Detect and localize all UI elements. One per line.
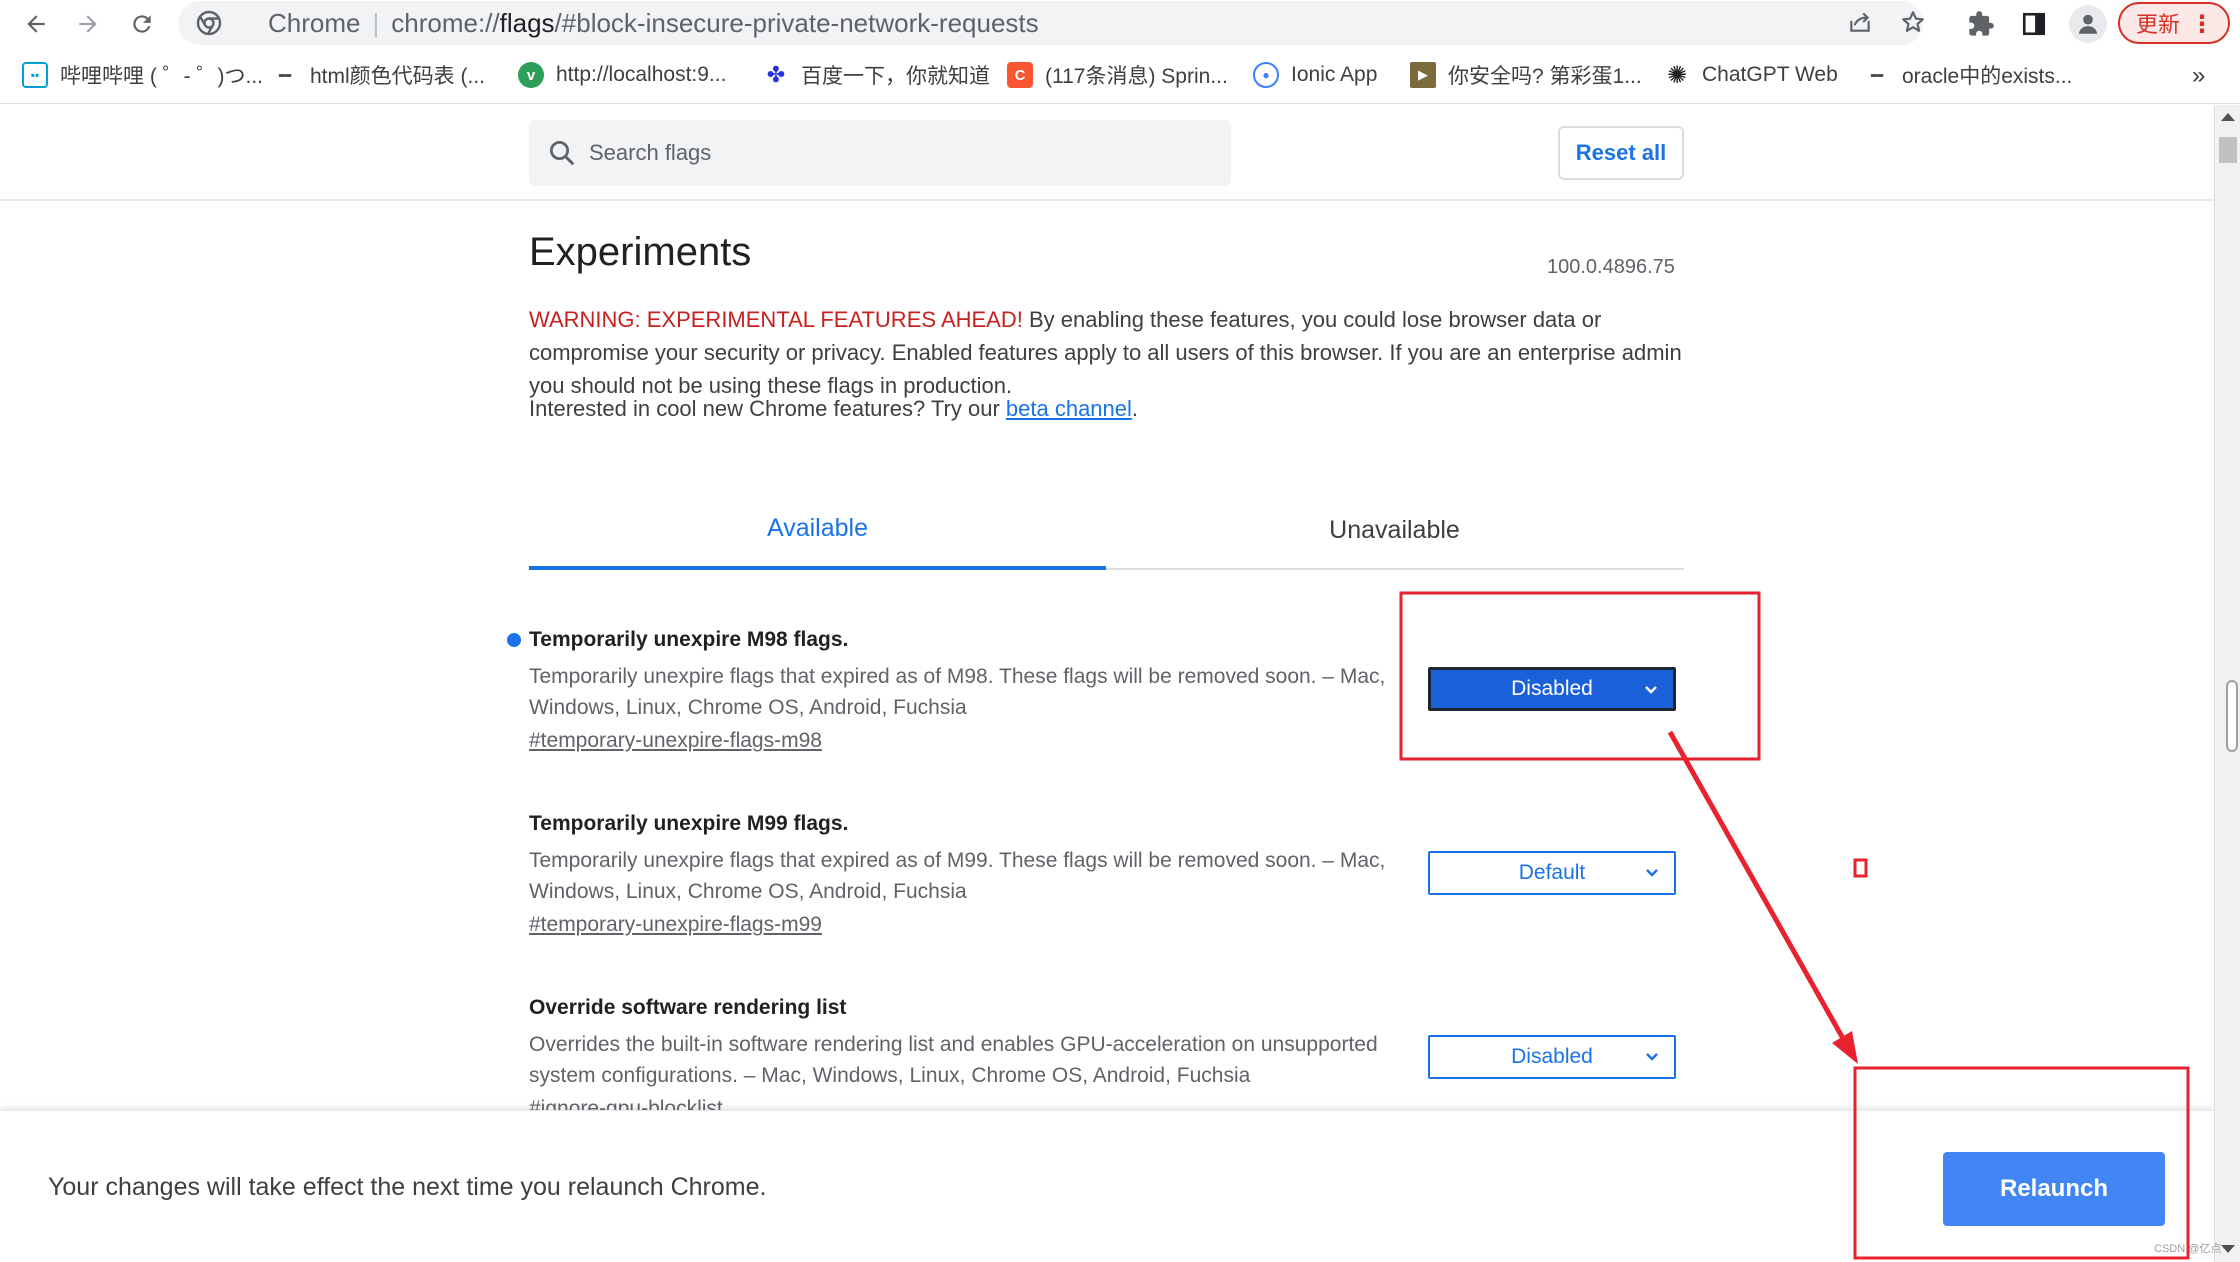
yuque-icon: ⵧ [278,62,292,87]
watermark: CSDN @亿点 [2154,1243,2222,1255]
relaunch-button[interactable]: Relaunch [1943,1152,2165,1226]
avatar-icon [2078,14,2098,34]
bookmark-label: oracle中的exists... [1902,65,2073,88]
toolbar: Chrome | chrome://flags/#block-insecure-pr… [0,0,2240,48]
promo-end: . [1131,396,1139,421]
reset-all-button[interactable]: Reset all [1558,126,1684,180]
baidu-icon: ✤ [766,62,786,87]
share-button[interactable] [1843,5,1877,39]
csdn-icon: C [1007,62,1033,88]
bookmarks-overflow-button[interactable]: » [2192,62,2205,90]
extensions-button[interactable] [1964,7,1998,41]
flags-page: Reset all Experiments 100.0.4896.75 WARN… [0,105,2214,1262]
tab-bar: Available Unavailable [529,490,1684,570]
version-label: 100.0.4896.75 [1547,256,1675,278]
relaunch-bar: Your changes will take effect the next t… [0,1110,2214,1262]
url-separator: | [372,8,380,38]
beta-channel-link[interactable]: beta channel [1006,396,1132,421]
scrollbar-thumb[interactable] [2219,137,2237,163]
bookmarks-bar: ▪▪ 哔哩哔哩 ( ゜- ゜)つ... ⵧ html颜色代码表 (... v http… [0,48,2240,104]
browser-window: Chrome | chrome://flags/#block-insecure-pr… [0,0,2240,1262]
bookmark-label: 百度一下，你就知道 [801,65,990,88]
search-icon [550,141,575,166]
bookmark-label: http://localhost:9... [556,63,727,86]
bookmark-item[interactable]: ▪▪ 哔哩哔哩 ( ゜- ゜)つ... [22,58,263,92]
bookmark-item[interactable]: ✺ ChatGPT Web [1664,58,1838,92]
flag-description: Temporarily unexpire flags that expired … [529,849,1386,903]
bookmark-label: 哔哩哔哩 ( ゜- ゜)つ... [60,65,263,88]
chatgpt-icon: ✺ [1666,61,1688,89]
bookmark-item[interactable]: C (117条消息) Sprin... [1007,58,1228,92]
puzzle-icon [1969,11,1994,36]
bookmark-item[interactable]: ⵧ html颜色代码表 (... [272,58,485,92]
flags-header: Reset all [0,105,2214,201]
side-panel-button[interactable] [2017,7,2051,41]
reload-button[interactable] [124,6,160,42]
site-brand: Chrome [268,8,361,38]
profile-button[interactable] [2069,5,2107,43]
warning-prefix: WARNING: EXPERIMENTAL FEATURES AHEAD! [529,307,1023,332]
tab-available[interactable]: Available [529,490,1106,570]
star-icon [1902,11,1924,32]
relaunch-message: Your changes will take effect the next t… [48,1173,767,1201]
vue-icon: v [518,62,544,88]
bookmark-star-button[interactable] [1896,5,1930,39]
search-box[interactable] [529,120,1231,186]
page-title: Experiments [529,230,752,274]
ionic-icon: ● [1253,62,1279,88]
reload-icon [133,15,151,33]
back-button[interactable] [18,6,54,42]
promo-text: Interested in cool new Chrome features? … [529,396,1138,422]
update-button[interactable]: 更新 ⋮ [2118,2,2230,44]
video-icon: ▶ [1410,62,1436,88]
flag-title: Temporarily unexpire M98 flags. [529,628,849,651]
promo-body: Interested in cool new Chrome features? … [529,396,1006,421]
bookmark-item[interactable]: ✤ 百度一下，你就知道 [763,58,990,92]
warning-text: WARNING: EXPERIMENTAL FEATURES AHEAD! By… [529,303,1689,402]
bookmark-label: (117条消息) Sprin... [1045,65,1228,88]
forward-arrow-icon [79,15,97,33]
address-bar[interactable]: Chrome | chrome://flags/#block-insecure-pr… [178,1,1924,45]
tab-unavailable[interactable]: Unavailable [1106,490,1683,570]
bookmark-label: html颜色代码表 (... [310,65,486,88]
bookmark-item[interactable]: v http://localhost:9... [518,58,726,92]
chevron-down-icon [1646,1053,1658,1061]
search-input[interactable] [589,132,1209,174]
chrome-logo-icon [196,10,222,36]
scroll-up-icon[interactable] [2221,113,2235,121]
share-icon [1850,12,1870,32]
flag-title: Temporarily unexpire M99 flags. [529,812,849,835]
flag-description: Temporarily unexpire flags that expired … [529,665,1386,719]
side-panel-handle[interactable] [2226,680,2238,752]
flag-select[interactable]: Disabled [1428,667,1676,711]
flag-select-value: Default [1518,861,1586,884]
flag-title: Override software rendering list [529,996,847,1019]
bookmark-item[interactable]: ● Ionic App [1253,58,1377,92]
flag-anchor-link[interactable]: #temporary-unexpire-flags-m98 [529,729,822,753]
menu-dots-icon: ⋮ [2190,11,2214,38]
bookmark-label: ChatGPT Web [1702,63,1838,86]
url-value: chrome://flags/#block-insecure-private-n… [391,8,1039,38]
bookmark-item[interactable]: ▶ 你安全吗? 第彩蛋1... [1410,58,1642,92]
side-panel-icon [2022,12,2046,36]
flag-select-value: Disabled [1511,677,1593,700]
bookmark-label: Ionic App [1291,63,1378,86]
chevron-down-icon [1645,686,1657,694]
update-label: 更新 [2136,12,2181,37]
modified-dot-icon [507,633,521,647]
flag-select[interactable]: Disabled [1428,1035,1676,1079]
flag-description: Overrides the built-in software renderin… [529,1033,1378,1087]
bookmark-label: 你安全吗? 第彩蛋1... [1448,65,1642,88]
flag-select-value: Disabled [1511,1045,1593,1068]
forward-button[interactable] [70,6,106,42]
url-text[interactable]: Chrome | chrome://flags/#block-insecure-pr… [268,9,1039,37]
bookmark-item[interactable]: ⵧ oracle中的exists... [1864,58,2072,92]
chevron-down-icon [1646,869,1658,877]
back-arrow-icon [27,15,45,33]
flag-select[interactable]: Default [1428,851,1676,895]
yuque-icon: ⵧ [1870,62,1884,87]
flag-anchor-link[interactable]: #temporary-unexpire-flags-m99 [529,913,822,937]
scroll-down-icon[interactable] [2221,1245,2235,1253]
bilibili-icon: ▪▪ [22,62,48,88]
